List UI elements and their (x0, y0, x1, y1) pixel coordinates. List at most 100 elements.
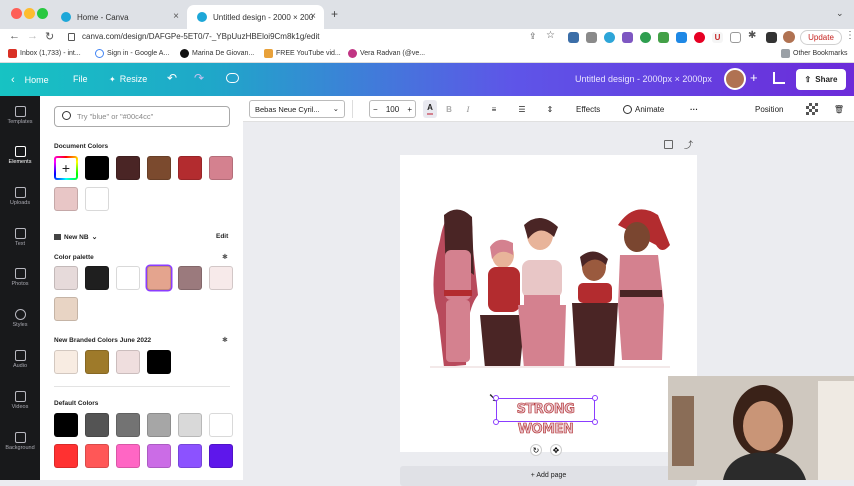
color-swatch[interactable] (85, 187, 109, 211)
bookmark-star-icon[interactable]: ☆ (546, 30, 555, 41)
add-page-icon[interactable]: ⤴ (684, 138, 693, 151)
sidebar-icon[interactable] (766, 32, 777, 43)
effects-button[interactable]: Effects (576, 100, 600, 118)
color-swatch[interactable] (116, 444, 140, 468)
color-search-input[interactable]: Try "blue" or "#00c4cc" (54, 106, 230, 127)
bookmark-item[interactable]: FREE YouTube vid... (264, 49, 341, 58)
minimize-window-button[interactable] (24, 8, 35, 19)
text-color-button[interactable]: A (423, 100, 437, 118)
maximize-window-button[interactable] (37, 8, 48, 19)
color-swatch[interactable] (209, 266, 233, 290)
transparency-icon[interactable] (806, 103, 818, 115)
pinterest-icon[interactable] (694, 32, 705, 43)
color-swatch[interactable] (85, 413, 109, 437)
color-swatch[interactable] (209, 444, 233, 468)
rail-item-audio[interactable]: Audio (0, 350, 40, 369)
color-swatch[interactable] (178, 413, 202, 437)
edit-brand-kit-button[interactable]: Edit (216, 233, 228, 240)
increase-size-button[interactable]: + (407, 105, 412, 114)
font-family-select[interactable]: Bebas Neue Cyril... ⌄ (249, 100, 345, 118)
share-page-icon[interactable]: ⇪ (529, 31, 537, 42)
color-swatch[interactable] (209, 156, 233, 180)
undo-icon[interactable]: ↶ (167, 71, 177, 85)
pin-icon[interactable]: ✱ (222, 336, 228, 344)
resize-handle[interactable] (493, 395, 499, 401)
color-swatch[interactable] (147, 156, 171, 180)
color-swatch[interactable] (116, 413, 140, 437)
url-field[interactable]: canva.com/design/DAFGPe-5ET0/7-_YBpUuzHB… (82, 32, 319, 41)
pin-icon[interactable]: ✱ (222, 253, 228, 261)
trash-icon[interactable]: 🗑 (834, 100, 844, 118)
color-swatch[interactable] (147, 444, 171, 468)
close-tab-icon[interactable]: × (310, 11, 316, 22)
color-swatch[interactable] (147, 413, 171, 437)
animate-button[interactable]: Animate (623, 100, 664, 118)
extension-icon[interactable] (604, 32, 615, 43)
move-handle-icon[interactable]: ✥ (550, 444, 562, 456)
bookmark-item[interactable]: Inbox (1,733) - int... (8, 49, 81, 58)
close-window-button[interactable] (11, 8, 22, 19)
file-menu-button[interactable]: File (73, 74, 88, 84)
align-center-button[interactable]: ≡ (487, 100, 501, 118)
color-swatch[interactable] (147, 266, 171, 290)
extension-icon[interactable] (676, 32, 687, 43)
rail-item-videos[interactable]: Videos (0, 391, 40, 410)
more-icon[interactable]: ⋮ (845, 30, 854, 41)
bookmark-item[interactable]: Marina De Giovan... (180, 49, 254, 58)
close-tab-icon[interactable]: × (173, 11, 179, 22)
avatar[interactable] (783, 31, 795, 43)
rotate-handle-icon[interactable]: ↻ (530, 444, 542, 456)
other-bookmarks[interactable]: Other Bookmarks (781, 49, 847, 58)
color-swatch[interactable] (54, 187, 78, 211)
spacing-button[interactable]: ⇕ (543, 100, 557, 118)
new-tab-icon[interactable]: + (331, 7, 338, 21)
color-swatch[interactable] (85, 350, 109, 374)
resize-handle[interactable] (493, 419, 499, 425)
color-swatch[interactable] (85, 444, 109, 468)
document-title[interactable]: Untitled design - 2000px × 2000px (575, 74, 712, 84)
position-button[interactable]: Position (755, 100, 783, 118)
resize-handle[interactable] (592, 395, 598, 401)
bookmark-item[interactable]: Sign in - Google A... (95, 49, 169, 58)
color-swatch[interactable] (54, 413, 78, 437)
color-swatch[interactable] (54, 297, 78, 321)
add-collaborator-icon[interactable]: + (750, 70, 758, 85)
color-swatch[interactable] (85, 156, 109, 180)
avatar[interactable] (724, 68, 746, 90)
redo-icon[interactable]: ↷ (194, 71, 204, 85)
rail-item-text[interactable]: Text (0, 228, 40, 247)
extension-icon[interactable] (730, 32, 741, 43)
rail-item-photos[interactable]: Photos (0, 268, 40, 287)
browser-tab-home[interactable]: Home - Canva × (51, 5, 187, 29)
resize-handle[interactable] (592, 419, 598, 425)
forward-icon[interactable]: → (27, 30, 38, 42)
add-page-button[interactable]: + Add page (400, 466, 697, 486)
browser-tab-design[interactable]: Untitled design - 2000 × 2000 × (187, 5, 324, 29)
color-swatch[interactable] (54, 444, 78, 468)
home-button[interactable]: ‹ Home (11, 74, 49, 86)
more-options-icon[interactable]: ··· (690, 100, 698, 118)
chevron-down-icon[interactable]: ⌄ (836, 8, 844, 19)
font-size-value[interactable]: 100 (386, 105, 399, 114)
extension-icon[interactable] (622, 32, 633, 43)
bold-button[interactable]: B (444, 100, 454, 118)
share-button[interactable]: ⇧ Share (796, 69, 846, 90)
color-swatch[interactable] (85, 266, 109, 290)
extension-icon[interactable] (658, 32, 669, 43)
back-icon[interactable]: ← (9, 30, 20, 42)
duplicate-page-icon[interactable] (664, 140, 673, 149)
puzzle-icon[interactable]: ✱ (748, 30, 756, 41)
color-swatch[interactable] (116, 266, 140, 290)
color-swatch[interactable] (54, 350, 78, 374)
color-swatch[interactable] (116, 350, 140, 374)
color-swatch[interactable] (178, 266, 202, 290)
extension-icon[interactable]: U (712, 32, 723, 43)
rail-item-uploads[interactable]: Uploads (0, 187, 40, 206)
update-button[interactable]: Update (800, 30, 842, 45)
italic-button[interactable]: I (463, 100, 473, 118)
bookmark-item[interactable]: Vera Radvan (@ve... (348, 49, 425, 58)
color-swatch[interactable] (147, 350, 171, 374)
list-button[interactable]: ☰ (515, 100, 529, 118)
rail-item-elements[interactable]: Elements (0, 146, 40, 165)
design-text-strong-women[interactable]: STRONG WOMEN (498, 400, 593, 438)
